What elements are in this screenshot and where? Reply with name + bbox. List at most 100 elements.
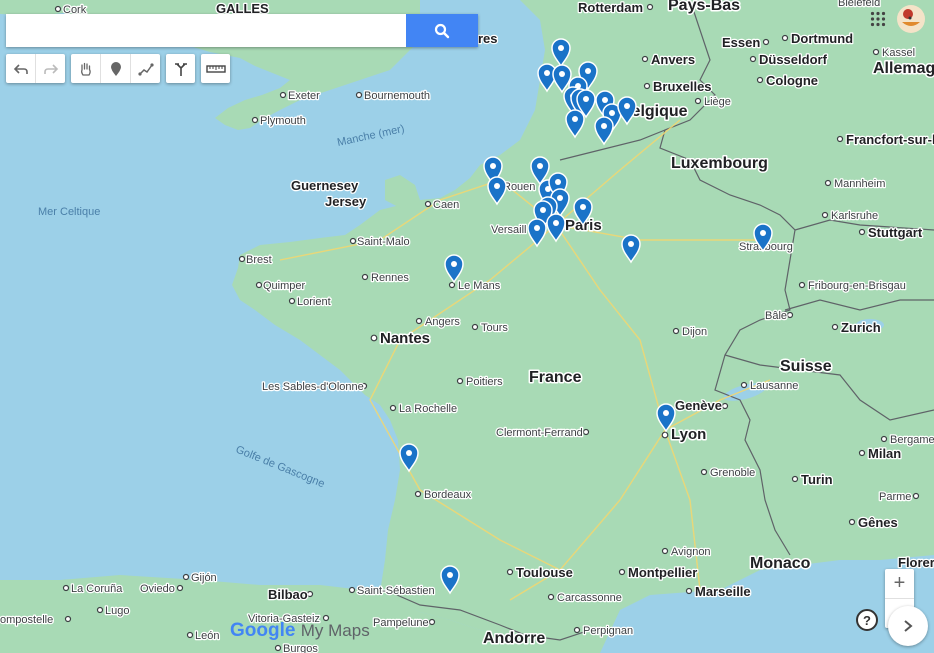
apps-grid-icon[interactable] <box>870 11 886 27</box>
svg-text:Gijón: Gijón <box>191 572 217 584</box>
label-pays-bas: Pays-Bas <box>668 0 740 14</box>
svg-text:Caen: Caen <box>433 199 459 211</box>
svg-text:Saint-Sébastien: Saint-Sébastien <box>357 585 435 597</box>
my-maps-wordmark: My Maps <box>300 621 370 640</box>
svg-text:León: León <box>195 630 219 642</box>
history-group <box>6 54 65 83</box>
svg-text:Versaill: Versaill <box>491 224 526 236</box>
svg-text:Parme: Parme <box>879 491 911 503</box>
svg-text:Toulouse: Toulouse <box>516 565 573 580</box>
label-andorre: Andorre <box>483 630 545 647</box>
svg-text:Perpignan: Perpignan <box>583 625 633 637</box>
svg-text:Rotterdam: Rotterdam <box>578 0 643 15</box>
measure-button[interactable] <box>201 54 230 83</box>
zoom-in-button[interactable]: + <box>885 569 914 599</box>
svg-text:Grenoble: Grenoble <box>710 467 755 479</box>
hand-icon <box>80 62 91 76</box>
svg-text:Carcassonne: Carcassonne <box>557 592 622 604</box>
svg-text:Cologne: Cologne <box>766 73 818 88</box>
add-directions-button[interactable] <box>166 54 195 83</box>
svg-text:Exeter: Exeter <box>288 90 320 102</box>
label-france: France <box>529 369 582 386</box>
route-group <box>166 54 195 83</box>
svg-text:Oviedo: Oviedo <box>140 583 175 595</box>
svg-text:Brest: Brest <box>246 254 272 266</box>
help-button[interactable]: ? <box>856 609 878 631</box>
route-icon <box>174 62 187 76</box>
svg-text:Bilbao: Bilbao <box>268 587 308 602</box>
svg-text:Genève: Genève <box>675 398 722 413</box>
svg-text:Burgos: Burgos <box>283 643 318 653</box>
svg-text:Tours: Tours <box>481 322 508 334</box>
chevron-right-icon <box>904 620 913 632</box>
svg-text:Mannheim: Mannheim <box>834 178 885 190</box>
svg-text:La Rochelle: La Rochelle <box>399 403 457 415</box>
svg-text:Karlsruhe: Karlsruhe <box>831 210 878 222</box>
svg-text:Avignon: Avignon <box>671 546 711 558</box>
svg-text:Gênes: Gênes <box>858 515 898 530</box>
svg-text:Bergame: Bergame <box>890 434 934 446</box>
svg-text:Dijon: Dijon <box>682 326 707 338</box>
map-canvas[interactable]: Manche (mer) Mer Celtique Golfe de Gasco… <box>0 0 934 653</box>
label-suisse: Suisse <box>780 358 832 375</box>
svg-text:Milan: Milan <box>868 446 901 461</box>
svg-text:Zurich: Zurich <box>841 320 881 335</box>
top-right-controls <box>870 4 926 34</box>
tools-group <box>71 54 160 83</box>
compass-button[interactable] <box>888 606 928 646</box>
svg-text:Dortmund: Dortmund <box>791 31 853 46</box>
svg-text:Fribourg-en-Brisgau: Fribourg-en-Brisgau <box>808 280 906 292</box>
search-input[interactable] <box>6 14 406 47</box>
svg-text:Anvers: Anvers <box>651 52 695 67</box>
svg-text:Angers: Angers <box>425 316 460 328</box>
google-my-maps-logo: Google My Maps <box>230 620 370 642</box>
measure-group <box>201 54 230 83</box>
ruler-icon <box>205 64 226 73</box>
svg-text:Bournemouth: Bournemouth <box>364 90 430 102</box>
svg-text:Montpellier: Montpellier <box>628 565 697 580</box>
svg-text:Lausanne: Lausanne <box>750 380 798 392</box>
svg-text:Pampelune: Pampelune <box>373 617 429 629</box>
svg-text:Liège: Liège <box>704 96 731 108</box>
google-wordmark: Google <box>230 620 296 641</box>
svg-text:Clermont-Ferrand: Clermont-Ferrand <box>496 427 583 439</box>
label-luxembourg: Luxembourg <box>671 155 768 172</box>
svg-text:Lyon: Lyon <box>671 426 706 443</box>
svg-text:Essen: Essen <box>722 35 760 50</box>
search-button[interactable] <box>406 14 478 47</box>
svg-text:Les Sables-d'Olonne: Les Sables-d'Olonne <box>262 381 364 393</box>
draw-line-button[interactable] <box>131 54 160 83</box>
svg-text:Quimper: Quimper <box>263 280 306 292</box>
svg-text:Bâle: Bâle <box>765 310 787 322</box>
svg-text:Bordeaux: Bordeaux <box>424 489 472 501</box>
svg-text:Stuttgart: Stuttgart <box>868 225 923 240</box>
svg-text:Lorient: Lorient <box>297 296 331 308</box>
svg-text:Guernesey: Guernesey <box>291 178 359 193</box>
svg-text:Francfort-sur-le: Francfort-sur-le <box>846 132 934 147</box>
undo-button[interactable] <box>6 54 36 83</box>
svg-text:res: res <box>478 31 498 46</box>
svg-text:Kassel: Kassel <box>882 47 915 59</box>
svg-text:ompostelle: ompostelle <box>0 614 53 626</box>
pan-button[interactable] <box>71 54 101 83</box>
svg-text:Bruxelles: Bruxelles <box>653 79 712 94</box>
redo-button[interactable] <box>36 54 65 83</box>
line-icon <box>137 62 154 76</box>
svg-text:Plymouth: Plymouth <box>260 115 306 127</box>
marker-icon <box>110 61 121 76</box>
svg-text:Saint-Malo: Saint-Malo <box>357 236 410 248</box>
svg-text:Nantes: Nantes <box>380 330 430 347</box>
add-marker-button[interactable] <box>101 54 131 83</box>
undo-icon <box>13 63 28 74</box>
avatar[interactable] <box>896 4 926 34</box>
label-mer-celtique: Mer Celtique <box>38 206 100 218</box>
label-monaco: Monaco <box>750 555 811 572</box>
label-allemagne: Allemag <box>873 60 934 77</box>
svg-text:Rouen: Rouen <box>503 181 535 193</box>
redo-icon <box>43 63 58 74</box>
svg-text:Marseille: Marseille <box>695 584 751 599</box>
svg-text:La Coruña: La Coruña <box>71 583 123 595</box>
drawing-toolbar <box>6 54 230 83</box>
svg-text:Poitiers: Poitiers <box>466 376 503 388</box>
svg-text:Düsseldorf: Düsseldorf <box>759 52 828 67</box>
